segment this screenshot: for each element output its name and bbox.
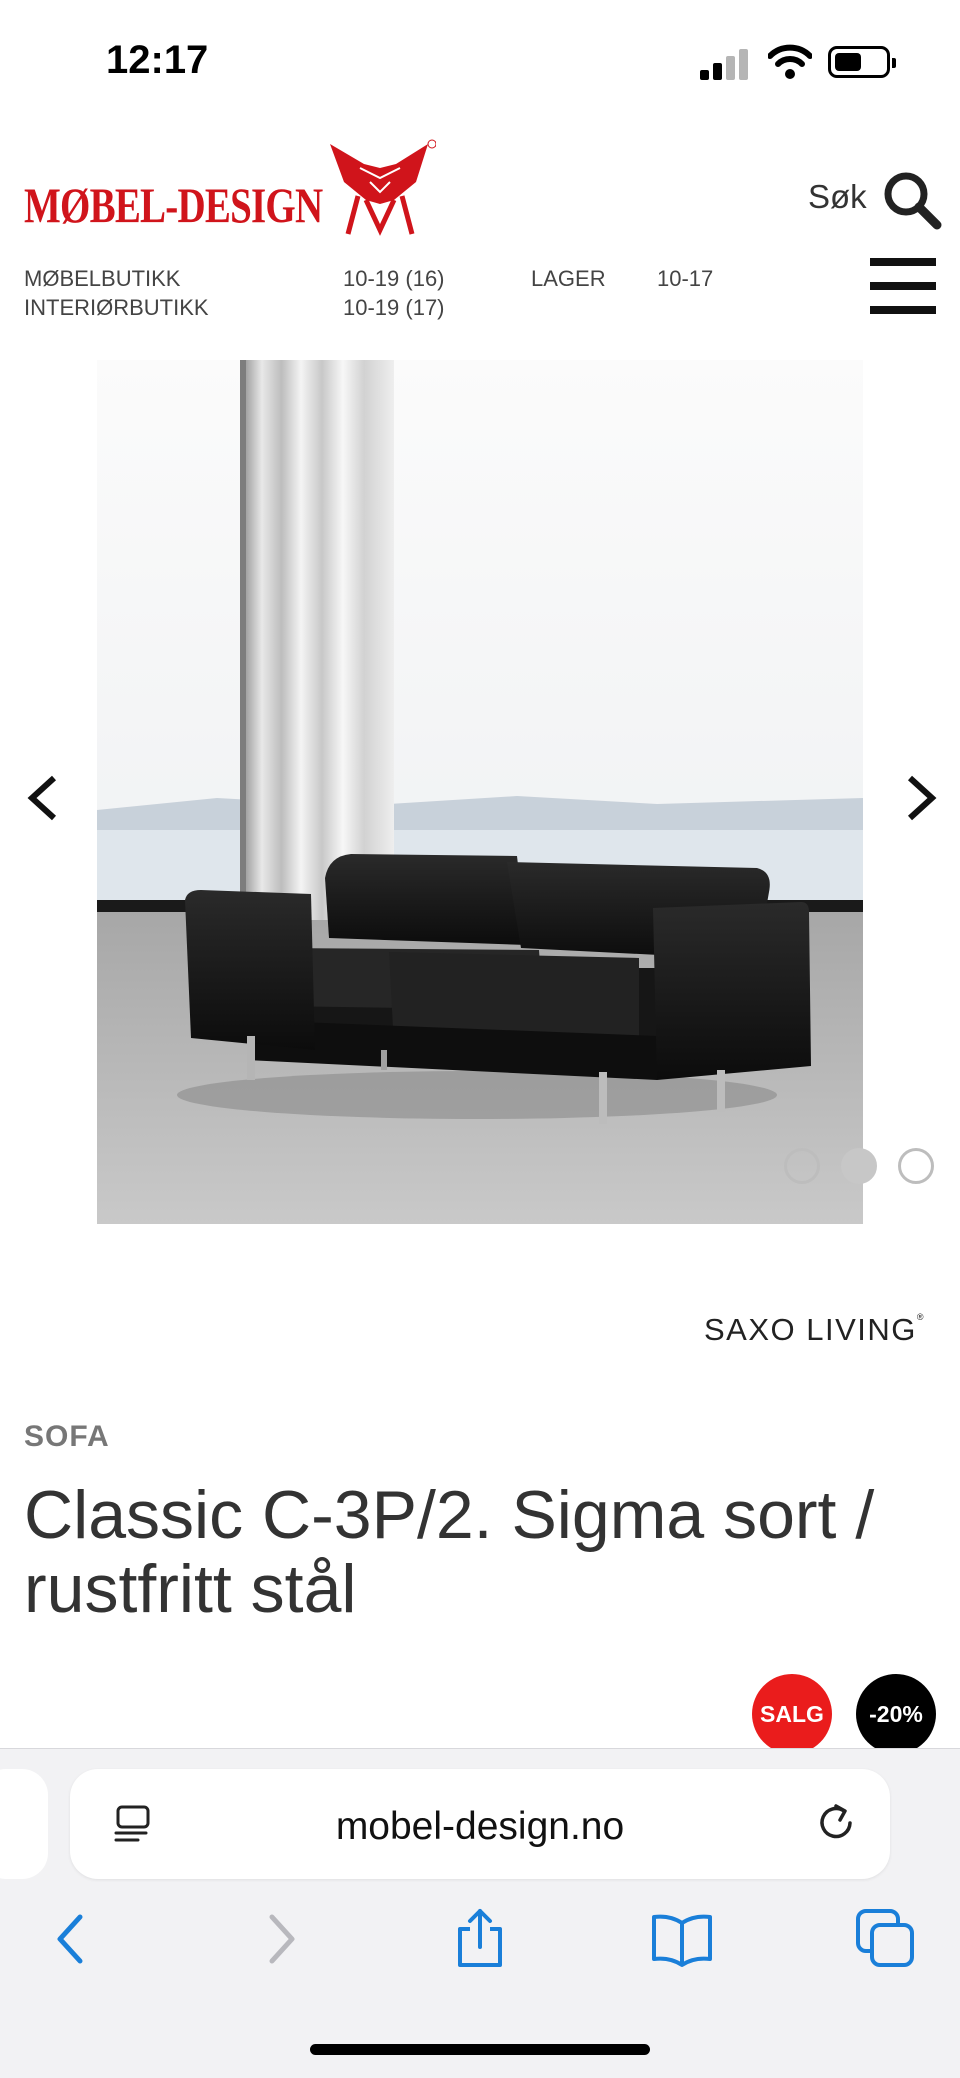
- discount-badge: -20%: [856, 1674, 936, 1754]
- logo-wordmark: MØBEL-DESIGN: [24, 177, 323, 233]
- carousel-dot-active[interactable]: [841, 1148, 877, 1184]
- chevron-right-icon[interactable]: [896, 768, 946, 828]
- butterfly-chair-logo-icon: [330, 139, 436, 236]
- address-bar[interactable]: mobel-design.no: [70, 1769, 890, 1879]
- wifi-icon: [768, 44, 812, 79]
- store-name: MØBELBUTIKK: [24, 266, 181, 291]
- bookmarks-icon[interactable]: [650, 1907, 714, 1971]
- status-bar: 12:17: [0, 0, 960, 120]
- browser-toolbar: mobel-design.no: [0, 1748, 960, 2078]
- search-icon: [884, 172, 942, 230]
- hamburger-menu-icon[interactable]: [870, 258, 936, 314]
- url-text: mobel-design.no: [335, 1805, 625, 1848]
- site-logo[interactable]: MØBEL-DESIGN: [24, 138, 436, 238]
- search-button[interactable]: Søk: [808, 170, 942, 230]
- product-category: SOFA: [24, 1420, 110, 1453]
- battery-icon: [828, 46, 896, 78]
- store-hours: 10-19 (17): [343, 295, 445, 320]
- brand-registered-mark: ®: [916, 1312, 926, 1322]
- forward-icon[interactable]: [248, 1907, 312, 1971]
- search-label: Søk: [808, 178, 867, 215]
- store-hours: 10-19 (16): [343, 266, 445, 291]
- sale-badge: SALG: [752, 1674, 832, 1754]
- store-hours: 10-17: [657, 266, 714, 291]
- product-image-carousel[interactable]: [0, 360, 960, 1224]
- status-time: 12:17: [106, 38, 209, 82]
- share-icon[interactable]: [448, 1907, 512, 1971]
- brand-name: SAXO LIVING: [704, 1312, 917, 1347]
- store-name: INTERIØRBUTIKK: [24, 295, 209, 320]
- carousel-dot[interactable]: [898, 1148, 934, 1184]
- back-icon[interactable]: [40, 1907, 104, 1971]
- home-indicator: [310, 2044, 650, 2055]
- chevron-left-icon[interactable]: [18, 768, 68, 828]
- product-title: Classic C-3P/2. Sigma sort / rustfritt s…: [24, 1477, 875, 1627]
- sofa-image: [97, 360, 863, 1224]
- carousel-dot[interactable]: [784, 1148, 820, 1184]
- product-photo: [97, 360, 863, 1224]
- cellular-signal-icon: [700, 48, 750, 80]
- brand-logo[interactable]: SAXO LIVING®: [704, 1312, 925, 1348]
- previous-tab-card[interactable]: [0, 1769, 48, 1879]
- store-name: LAGER: [531, 266, 606, 291]
- reload-icon[interactable]: [814, 1801, 860, 1847]
- tabs-icon[interactable]: [854, 1907, 918, 1971]
